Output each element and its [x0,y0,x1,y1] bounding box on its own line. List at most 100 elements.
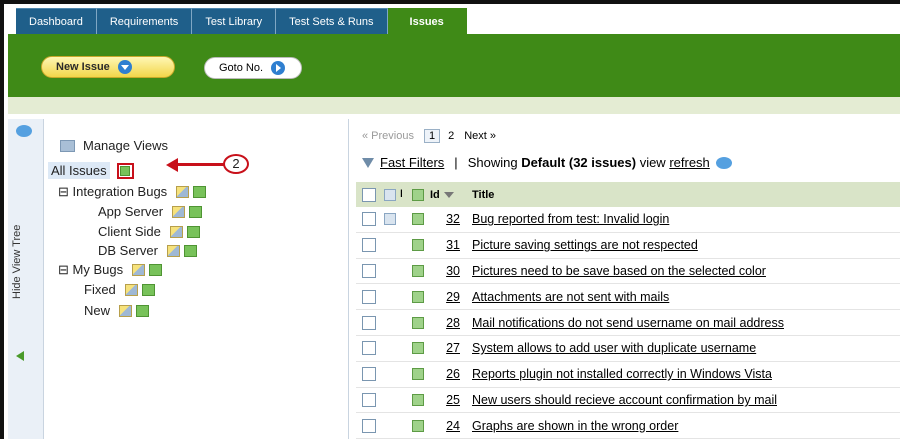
issue-id-link[interactable]: 32 [436,212,460,226]
row-checkbox[interactable] [362,392,376,407]
add-view-button[interactable] [116,162,134,179]
row-checkbox[interactable] [362,315,376,330]
issue-type-icon [412,393,424,406]
row-checkbox[interactable] [362,289,376,304]
row-checkbox[interactable] [362,238,376,253]
issue-id-link[interactable]: 26 [436,367,460,381]
integration-bugs-label[interactable]: ⊟ Integration Bugs [58,184,167,200]
issue-id-link[interactable]: 31 [436,238,460,252]
page-1-link[interactable]: 1 [423,129,441,143]
add-subview-icon[interactable] [189,205,203,218]
edit-view-icon[interactable] [166,244,180,257]
select-all-checkbox[interactable] [362,187,376,202]
table-row[interactable]: 31 Picture saving settings are not respec… [356,233,900,259]
tree-item-new[interactable]: New [84,303,150,318]
row-checkbox[interactable] [362,212,376,227]
table-row[interactable]: 28 Mail notifications do not send usernam… [356,310,900,336]
goto-number-button[interactable]: Goto No. [204,57,302,79]
issue-id-link[interactable]: 28 [436,316,460,330]
id-column-header[interactable]: Id [430,189,460,201]
issue-title-link[interactable]: Picture saving settings are not respecte… [472,238,698,252]
new-issue-button[interactable]: New Issue [41,56,175,78]
page-2-link[interactable]: 2 [448,130,454,142]
hide-view-tree-rail[interactable]: Hide View Tree [8,119,44,439]
client-side-label[interactable]: Client Side [98,224,161,239]
issue-title-link[interactable]: New users should recieve account confirm… [472,393,777,407]
my-bugs-label[interactable]: ⊟ My Bugs [58,262,123,278]
add-subview-icon[interactable] [141,283,155,296]
table-row[interactable]: 32 Bug reported from test: Invalid login [356,207,900,233]
add-subview-icon[interactable] [136,304,150,317]
row-checkbox[interactable] [362,263,376,278]
edit-view-icon[interactable] [119,304,133,317]
help-bubble-icon[interactable] [715,156,732,169]
add-subview-icon[interactable] [193,186,207,198]
tree-item-all-issues[interactable]: All Issues [48,162,134,179]
issue-id-link[interactable]: 27 [436,341,460,355]
issue-id-link[interactable]: 25 [436,393,460,407]
issue-id-link[interactable]: 24 [436,419,460,433]
issue-title-link[interactable]: Bug reported from test: Invalid login [472,212,669,226]
refresh-link[interactable]: refresh [669,155,709,170]
tab-test-sets-runs[interactable]: Test Sets & Runs [276,8,388,35]
tab-issues[interactable]: Issues [387,8,467,35]
callout-number-badge: 2 [223,154,249,174]
collapse-left-arrow-icon[interactable] [16,351,24,361]
row-checkbox[interactable] [362,367,376,382]
tab-dashboard[interactable]: Dashboard [16,8,97,35]
table-row[interactable]: 26 Reports plugin not installed correctly… [356,362,900,388]
issue-title-link[interactable]: Attachments are not sent with mails [472,290,669,304]
next-page-link[interactable]: Next » [464,130,496,142]
new-label[interactable]: New [84,303,110,318]
main-tab-bar: Dashboard Requirements Test Library Test… [16,8,467,35]
table-row[interactable]: 29 Attachments are not sent with mails [356,284,900,311]
issue-title-link[interactable]: Reports plugin not installed correctly i… [472,367,772,381]
edit-view-icon[interactable] [132,264,146,276]
issue-title-link[interactable]: Graphs are shown in the wrong order [472,419,678,433]
table-header: ǀ Id Title [356,182,900,207]
issue-title-link[interactable]: Mail notifications do not send username … [472,316,784,330]
tree-item-fixed[interactable]: Fixed [84,282,155,297]
filter-funnel-icon[interactable] [362,157,374,168]
edit-view-icon[interactable] [176,186,190,198]
edit-view-icon[interactable] [169,225,183,238]
tree-item-db-server[interactable]: DB Server [98,243,197,258]
issue-type-icon [412,342,424,355]
add-subview-icon[interactable] [186,225,200,238]
edit-view-icon[interactable] [172,205,186,218]
table-row[interactable]: 24 Graphs are shown in the wrong order [356,413,900,439]
view-suffix: view [639,155,666,170]
row-checkbox[interactable] [362,341,376,356]
tree-item-integration-bugs[interactable]: ⊟ Integration Bugs [58,184,207,200]
issue-id-link[interactable]: 29 [436,290,460,304]
issue-id-link[interactable]: 30 [436,264,460,278]
tree-item-my-bugs[interactable]: ⊟ My Bugs [58,262,163,278]
fixed-label[interactable]: Fixed [84,282,116,297]
add-subview-icon[interactable] [183,244,197,257]
issue-title-link[interactable]: System allows to add user with duplicate… [472,341,756,355]
table-row[interactable]: 27 System allows to add user with duplica… [356,336,900,362]
manage-views-link[interactable]: Manage Views [60,138,168,153]
all-issues-label[interactable]: All Issues [48,162,110,179]
tree-item-client-side[interactable]: Client Side [98,224,200,239]
fast-filters-link[interactable]: Fast Filters [380,155,444,170]
previous-page-link[interactable]: « Previous [362,130,414,142]
edit-view-icon[interactable] [124,283,138,296]
hide-view-tree-label[interactable]: Hide View Tree [11,225,23,299]
tab-test-library[interactable]: Test Library [192,8,277,35]
help-bubble-icon[interactable] [16,125,32,137]
new-issue-label: New Issue [56,61,110,73]
issue-title-link[interactable]: Pictures need to be save based on the se… [472,264,766,278]
panel-divider [348,119,349,439]
title-column-header[interactable]: Title [472,189,494,201]
tab-requirements[interactable]: Requirements [96,8,193,35]
table-row[interactable]: 30 Pictures need to be save based on the … [356,259,900,285]
tree-item-app-server[interactable]: App Server [98,204,203,219]
issue-type-icon [412,419,424,432]
row-checkbox[interactable] [362,418,376,433]
app-server-label[interactable]: App Server [98,204,163,219]
table-row[interactable]: 25 New users should recieve account confi… [356,388,900,414]
db-server-label[interactable]: DB Server [98,243,158,258]
add-subview-icon[interactable] [149,264,163,276]
note-icon [384,213,396,226]
